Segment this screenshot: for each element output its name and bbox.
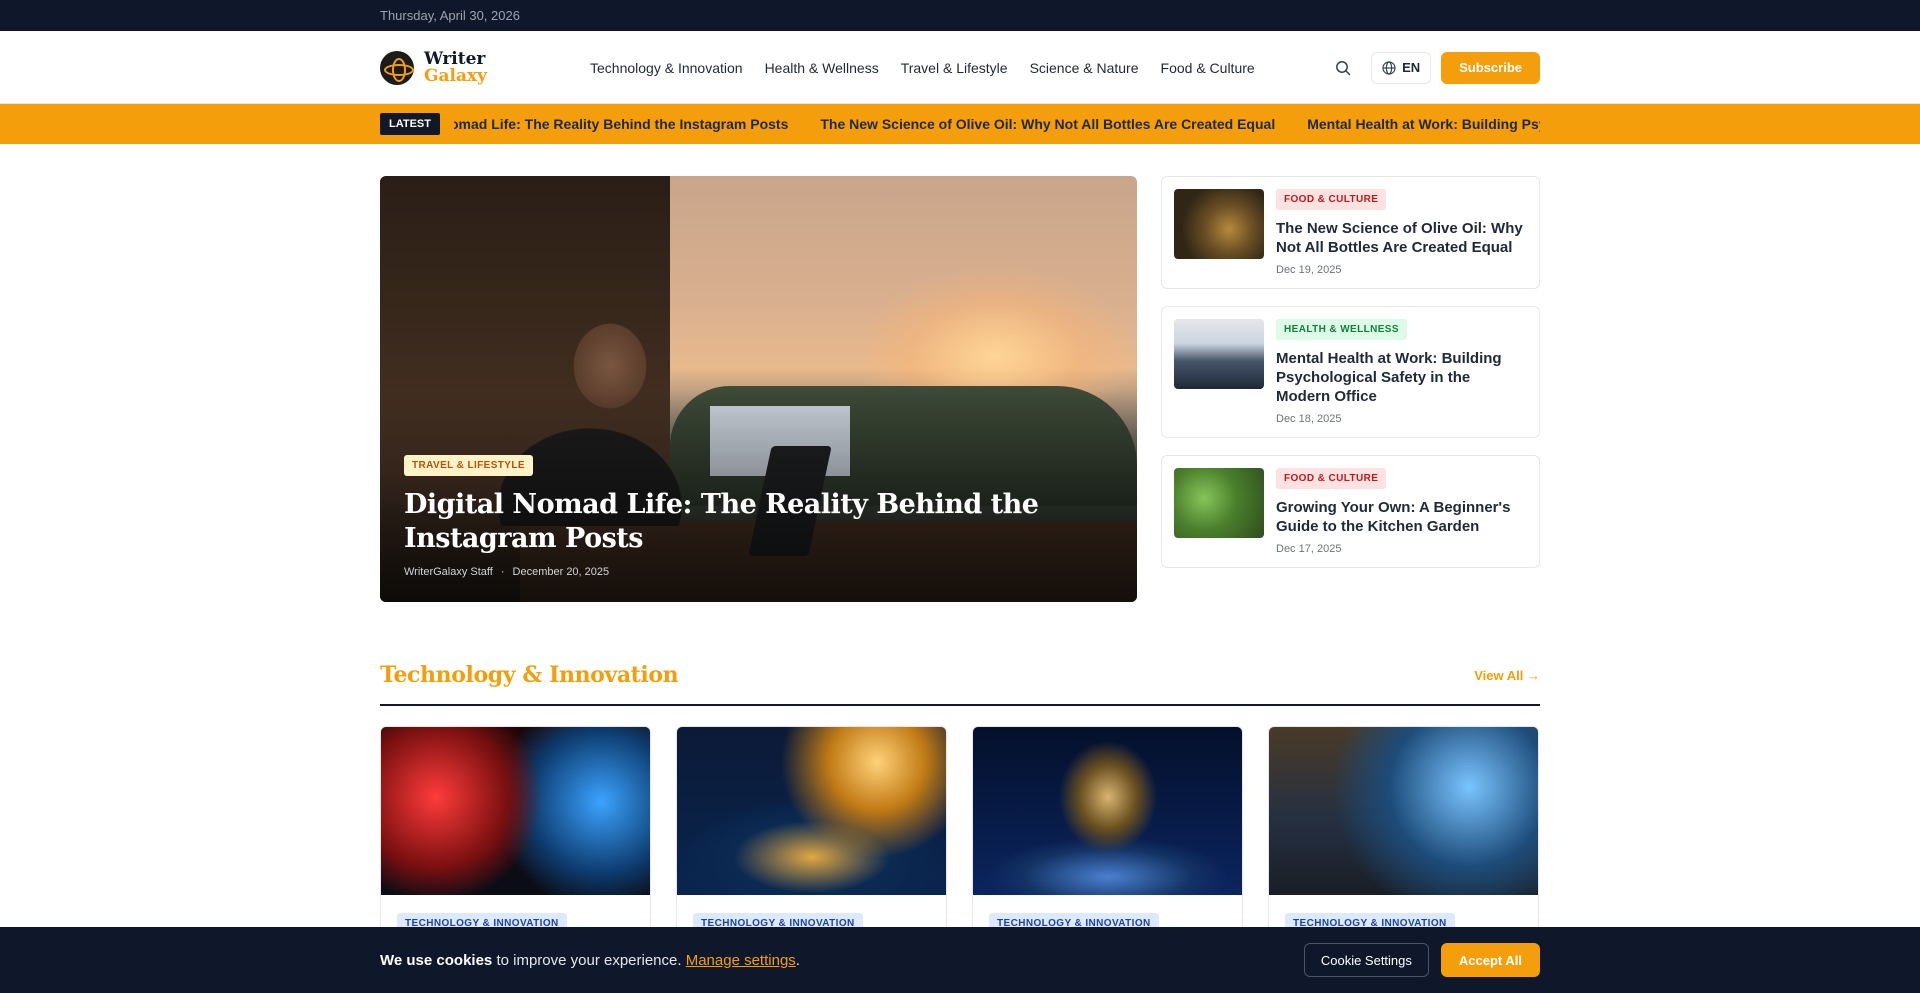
view-all-link[interactable]: View All → <box>1474 668 1540 683</box>
category-badge[interactable]: HEALTH & WELLNESS <box>1276 319 1407 340</box>
cookie-banner: We use cookies to improve your experienc… <box>0 927 1920 993</box>
brand-line-2: Galaxy <box>424 65 488 86</box>
side-article[interactable]: FOOD & CULTURE Growing Your Own: A Begin… <box>1161 455 1540 568</box>
language-selector[interactable]: EN <box>1371 51 1432 84</box>
featured-section: TRAVEL & LIFESTYLE Digital Nomad Life: T… <box>380 176 1540 602</box>
cookie-message: We use cookies to improve your experienc… <box>380 952 800 969</box>
brand-line-1: Writer <box>424 48 486 69</box>
nav-item-science[interactable]: Science & Nature <box>1030 60 1139 76</box>
category-badge[interactable]: FOOD & CULTURE <box>1276 468 1387 489</box>
hero-date: December 20, 2025 <box>512 566 610 578</box>
main-nav: Technology & Innovation Health & Wellnes… <box>590 60 1255 76</box>
side-article[interactable]: FOOD & CULTURE The New Science of Olive … <box>1161 176 1540 289</box>
cookie-text-end: . <box>795 951 800 969</box>
article-title[interactable]: The New Science of Olive Oil: Why Not Al… <box>1276 219 1527 257</box>
manage-settings-link[interactable]: Manage settings <box>686 952 796 969</box>
current-date: Thursday, April 30, 2026 <box>380 8 520 23</box>
hero-author: WriterGalaxy Staff <box>404 566 493 578</box>
article-thumbnail[interactable] <box>1174 319 1264 389</box>
latest-ticker: LATEST omad Life: The Reality Behind the… <box>0 104 1920 144</box>
section-title: Technology & Innovation <box>380 662 679 688</box>
article-thumbnail[interactable] <box>1174 468 1264 538</box>
site-logo[interactable]: Writer Galaxy <box>380 48 590 86</box>
article-date: Dec 17, 2025 <box>1276 543 1342 555</box>
section-header: Technology & Innovation View All → <box>380 662 1540 706</box>
globe-logo-icon <box>380 50 414 85</box>
side-articles: FOOD & CULTURE The New Science of Olive … <box>1161 176 1540 602</box>
article-title[interactable]: Growing Your Own: A Beginner's Guide to … <box>1276 498 1527 536</box>
article-date: Dec 18, 2025 <box>1276 413 1342 425</box>
ticker-item[interactable]: The New Science of Olive Oil: Why Not Al… <box>820 116 1275 132</box>
ticker-item[interactable]: omad Life: The Reality Behind the Instag… <box>454 116 788 132</box>
latest-badge: LATEST <box>380 113 440 135</box>
article-thumbnail[interactable] <box>1174 189 1264 259</box>
article-title[interactable]: Mental Health at Work: Building Psycholo… <box>1276 349 1527 406</box>
article-image[interactable] <box>1269 727 1538 895</box>
top-bar: Thursday, April 30, 2026 <box>0 0 1920 31</box>
site-header: Writer Galaxy Technology & Innovation He… <box>0 31 1920 104</box>
ticker-item[interactable]: Mental Health at Work: Building Psycholo… <box>1307 116 1540 132</box>
article-image[interactable] <box>677 727 946 895</box>
hero-article[interactable]: TRAVEL & LIFESTYLE Digital Nomad Life: T… <box>380 176 1137 602</box>
subscribe-button[interactable]: Subscribe <box>1441 51 1540 84</box>
nav-item-technology[interactable]: Technology & Innovation <box>590 60 743 76</box>
nav-item-health[interactable]: Health & Wellness <box>765 60 879 76</box>
meta-separator: · <box>500 566 505 578</box>
category-badge[interactable]: TRAVEL & LIFESTYLE <box>404 455 533 476</box>
nav-item-travel[interactable]: Travel & Lifestyle <box>901 60 1008 76</box>
cookie-text: to improve your experience. <box>492 951 686 969</box>
nav-item-food[interactable]: Food & Culture <box>1161 60 1255 76</box>
accept-all-button[interactable]: Accept All <box>1440 943 1540 977</box>
hero-title[interactable]: Digital Nomad Life: The Reality Behind t… <box>404 488 1113 556</box>
category-badge[interactable]: FOOD & CULTURE <box>1276 189 1387 210</box>
cookie-settings-button[interactable]: Cookie Settings <box>1303 943 1429 977</box>
language-label: EN <box>1402 60 1421 75</box>
article-image[interactable] <box>973 727 1242 895</box>
globe-icon <box>1382 60 1396 75</box>
side-article[interactable]: HEALTH & WELLNESS Mental Health at Work:… <box>1161 306 1540 438</box>
article-date: Dec 19, 2025 <box>1276 264 1342 276</box>
cookie-bold-text: We use cookies <box>380 951 493 969</box>
article-image[interactable] <box>381 727 650 895</box>
search-button[interactable] <box>1325 50 1361 86</box>
search-icon <box>1336 60 1351 75</box>
